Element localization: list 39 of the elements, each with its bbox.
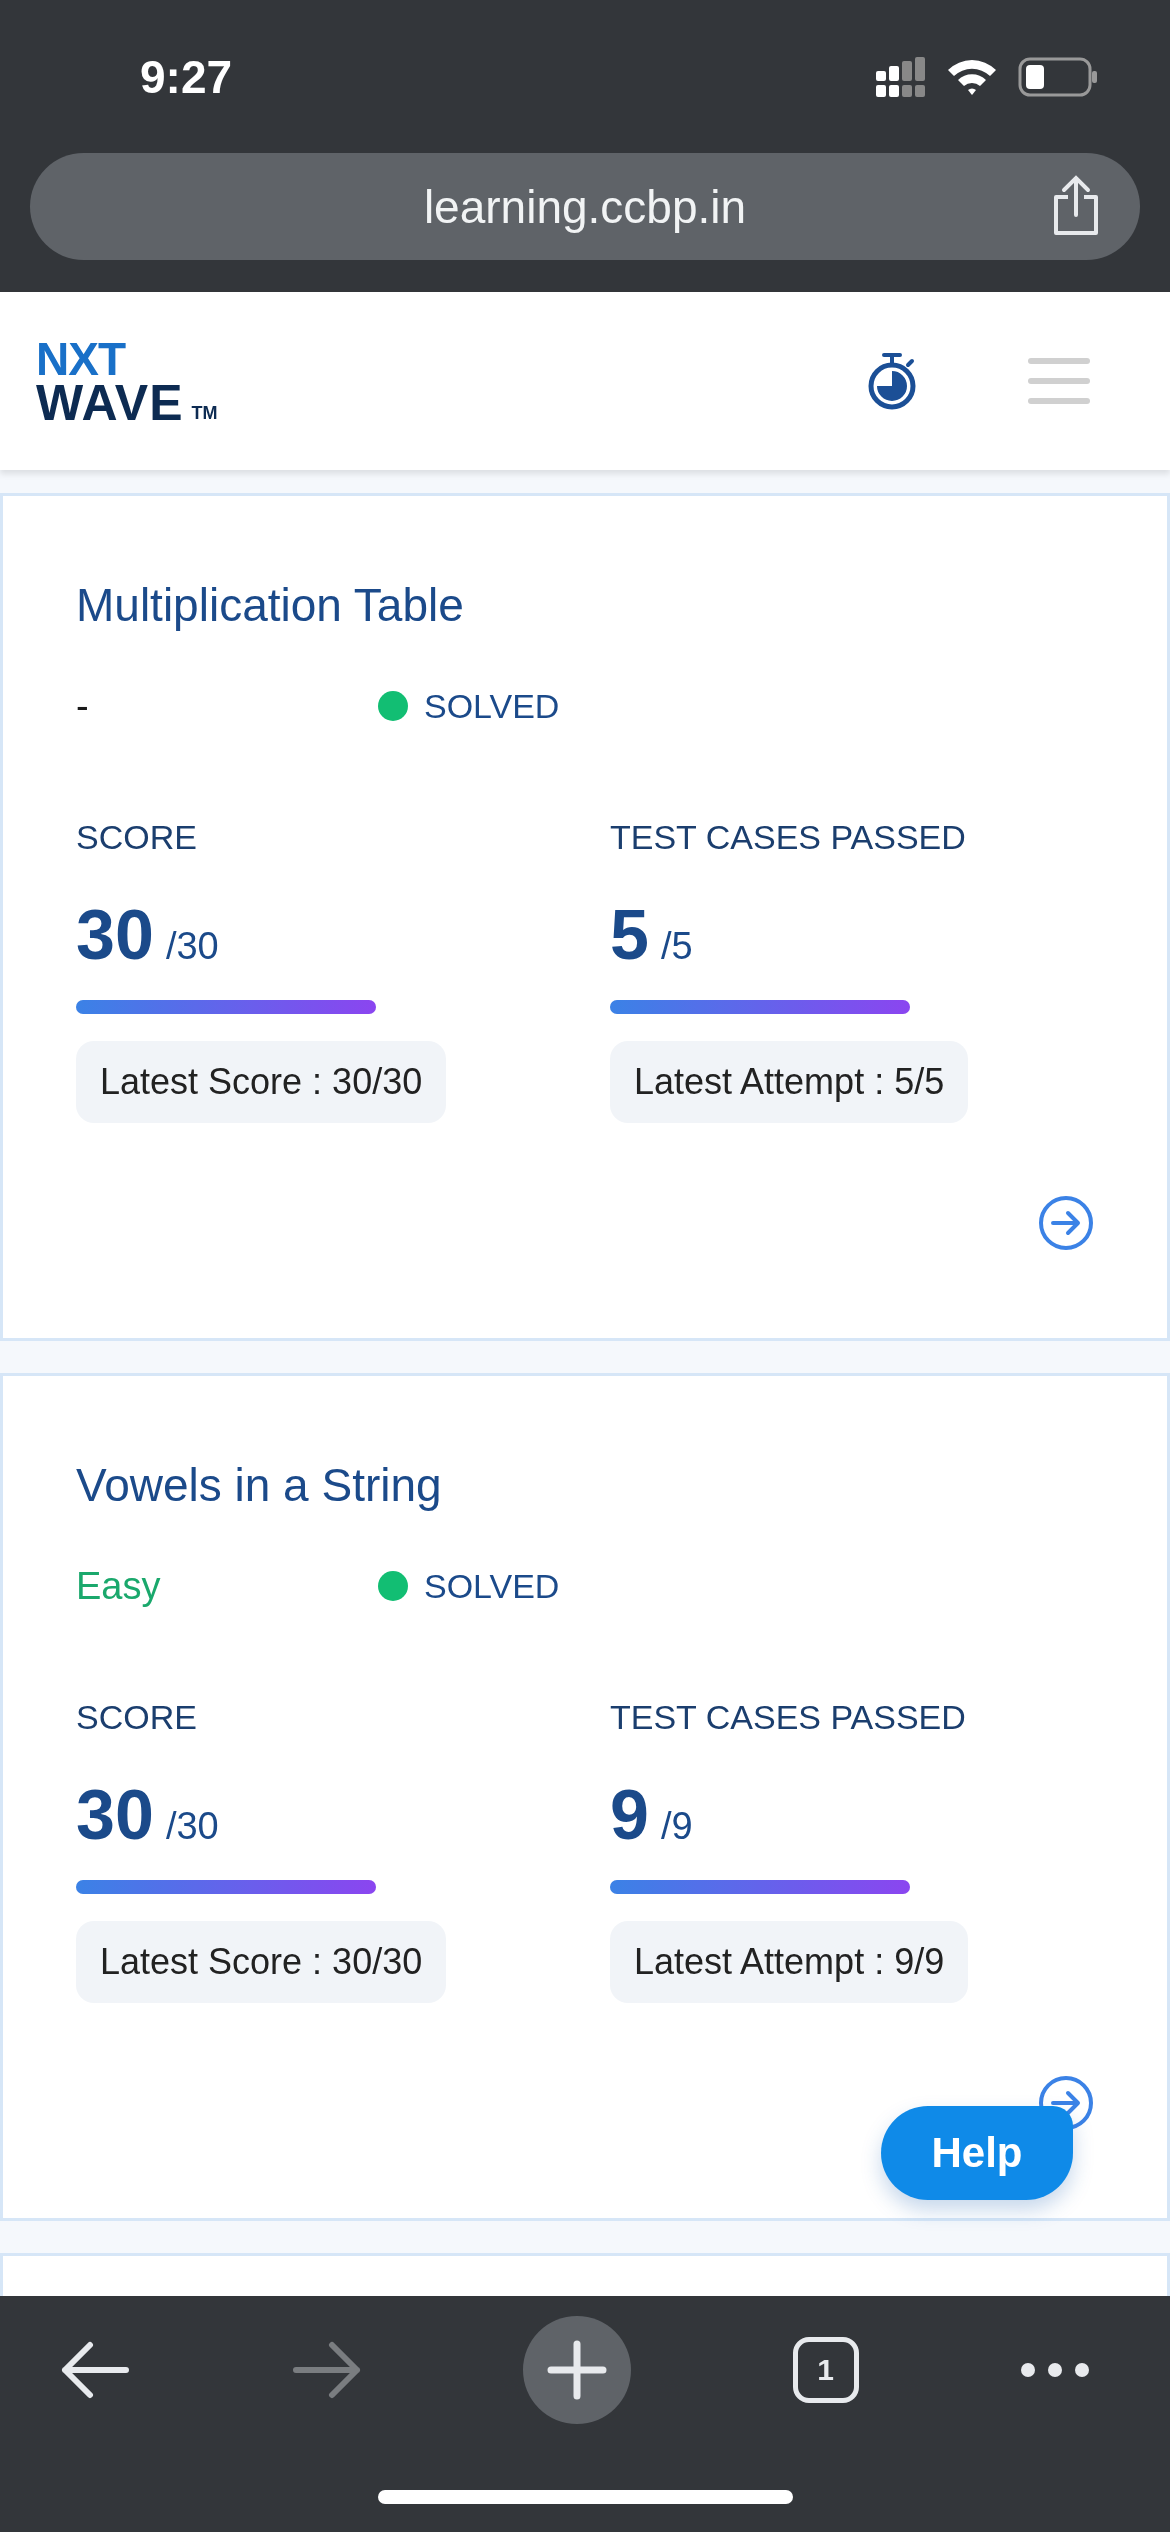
status-time: 9:27	[140, 49, 233, 104]
battery-icon	[1018, 56, 1098, 97]
score-label: SCORE	[76, 817, 197, 857]
signal-icon	[876, 56, 926, 97]
back-icon[interactable]	[60, 2341, 130, 2399]
test-cases-value: 9	[610, 1775, 649, 1855]
score-total: /30	[165, 1805, 219, 1848]
more-icon[interactable]	[1020, 2362, 1090, 2378]
score-value: 30	[76, 895, 154, 975]
help-button[interactable]: Help	[881, 2106, 1073, 2200]
new-tab-icon[interactable]	[523, 2316, 631, 2424]
difficulty-label: Easy	[76, 1564, 162, 1608]
score-label: SCORE	[76, 1697, 197, 1737]
trademark-mark: TM	[191, 402, 218, 425]
logo-text[interactable]: NXT	[36, 337, 125, 381]
status-dot	[378, 1571, 408, 1601]
status-dot	[378, 691, 408, 721]
latest-score: Latest Score : 30/30	[76, 1921, 447, 2003]
score-value: 30	[76, 1775, 154, 1855]
latest-attempt: Latest Attempt : 5/5	[610, 1041, 969, 1123]
forward-icon[interactable]	[291, 2341, 362, 2399]
difficulty-label: -	[76, 684, 90, 728]
stopwatch-icon[interactable]	[866, 351, 918, 411]
tab-count-button[interactable]: 1	[792, 2337, 859, 2403]
address-bar[interactable]: learning.ccbp.in	[30, 153, 1140, 260]
status-label: SOLVED	[424, 686, 560, 726]
test-cases-total: /5	[660, 925, 693, 968]
problem-title[interactable]: Multiplication Table	[76, 578, 1094, 632]
test-cases-total: /9	[660, 1805, 693, 1848]
latest-score: Latest Score : 30/30	[76, 1041, 447, 1123]
score-total: /30	[165, 925, 219, 968]
test-cases-value: 5	[610, 895, 649, 975]
test-cases-label: TEST CASES PASSED	[610, 1697, 966, 1737]
arrow-circle-icon[interactable]	[1038, 1195, 1094, 1251]
latest-attempt: Latest Attempt : 9/9	[610, 1921, 969, 2003]
status-label: SOLVED	[424, 1566, 560, 1606]
test-cases-label: TEST CASES PASSED	[610, 817, 966, 857]
problem-title[interactable]: Vowels in a String	[76, 1458, 1094, 1512]
logo-text[interactable]: WAVE	[36, 381, 184, 425]
